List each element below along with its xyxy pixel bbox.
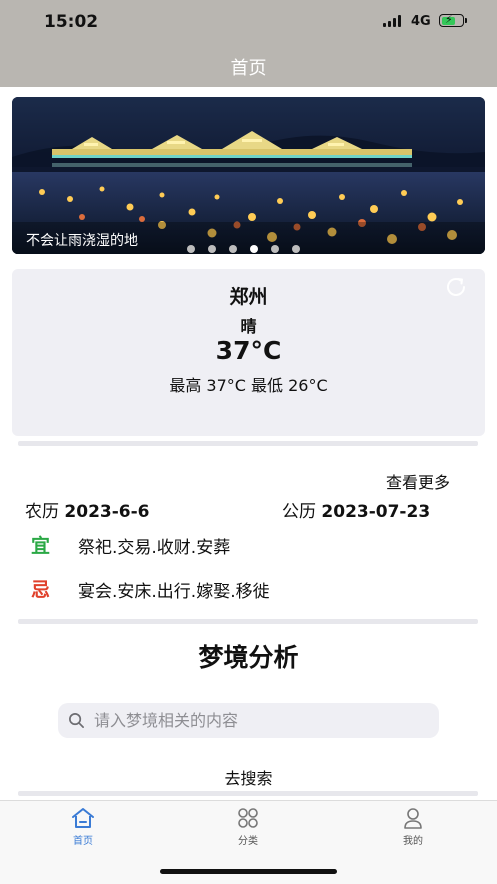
lunar-date: 农历 2023-6-6 [25, 497, 150, 522]
dream-section-title: 梦境分析 [198, 643, 299, 672]
weather-city: 郑州 [229, 286, 268, 308]
search-icon [69, 713, 84, 728]
solar-label: 公历 [282, 502, 316, 522]
weather-range: 最高 37°C 最低 26°C [169, 376, 328, 395]
carousel-dot[interactable] [271, 245, 279, 253]
status-time: 15:02 [44, 12, 99, 32]
tab-label: 分类 [238, 836, 258, 847]
tab-label: 我的 [403, 836, 423, 847]
weather-condition: 晴 [240, 317, 257, 336]
search-button[interactable]: 去搜索 [200, 765, 297, 788]
solar-date-value: 2023-07-23 [321, 502, 431, 522]
tab-category[interactable]: 分类 [208, 806, 288, 852]
page-title: 首页 [230, 58, 267, 79]
battery-charging-icon: ⚡ [439, 13, 464, 27]
carousel-dot[interactable] [292, 245, 300, 253]
home-indicator [160, 869, 337, 874]
dream-search-input[interactable] [94, 703, 424, 738]
dream-search-box[interactable] [58, 703, 439, 738]
divider [18, 791, 478, 796]
yi-items: 祭祀.交易.收财.安葬 [78, 538, 231, 558]
battery-tip [465, 18, 467, 23]
carousel-dot[interactable] [208, 245, 216, 253]
yi-label: 宜 [31, 535, 51, 557]
banner-carousel[interactable]: 不会让雨浇湿的地 [12, 97, 485, 254]
divider [18, 441, 478, 446]
divider [18, 619, 478, 624]
lunar-date-value: 2023-6-6 [64, 502, 150, 522]
carousel-dot[interactable] [250, 245, 258, 253]
banner-caption: 不会让雨浇湿的地 [26, 233, 138, 249]
person-icon [404, 808, 422, 829]
tab-home[interactable]: 首页 [43, 806, 123, 852]
carousel-dot[interactable] [229, 245, 237, 253]
ji-label: 忌 [31, 579, 51, 601]
carousel-dot[interactable] [187, 245, 195, 253]
solar-date: 公历 2023-07-23 [282, 497, 430, 522]
status-bar: 15:02 4G ⚡ [0, 0, 497, 44]
network-type: 4G [411, 14, 431, 29]
tab-label: 首页 [73, 836, 93, 847]
home-icon [72, 808, 94, 828]
tab-mine[interactable]: 我的 [373, 806, 453, 852]
signal-icon [383, 15, 403, 27]
nav-bar: 首页 [0, 44, 497, 87]
weather-temperature: 37°C [215, 336, 282, 365]
ji-items: 宴会.安床.出行.嫁娶.移徙 [78, 582, 270, 602]
view-more-link[interactable]: 查看更多 [386, 469, 450, 493]
grid-icon [238, 808, 258, 828]
lunar-label: 农历 [25, 502, 59, 522]
